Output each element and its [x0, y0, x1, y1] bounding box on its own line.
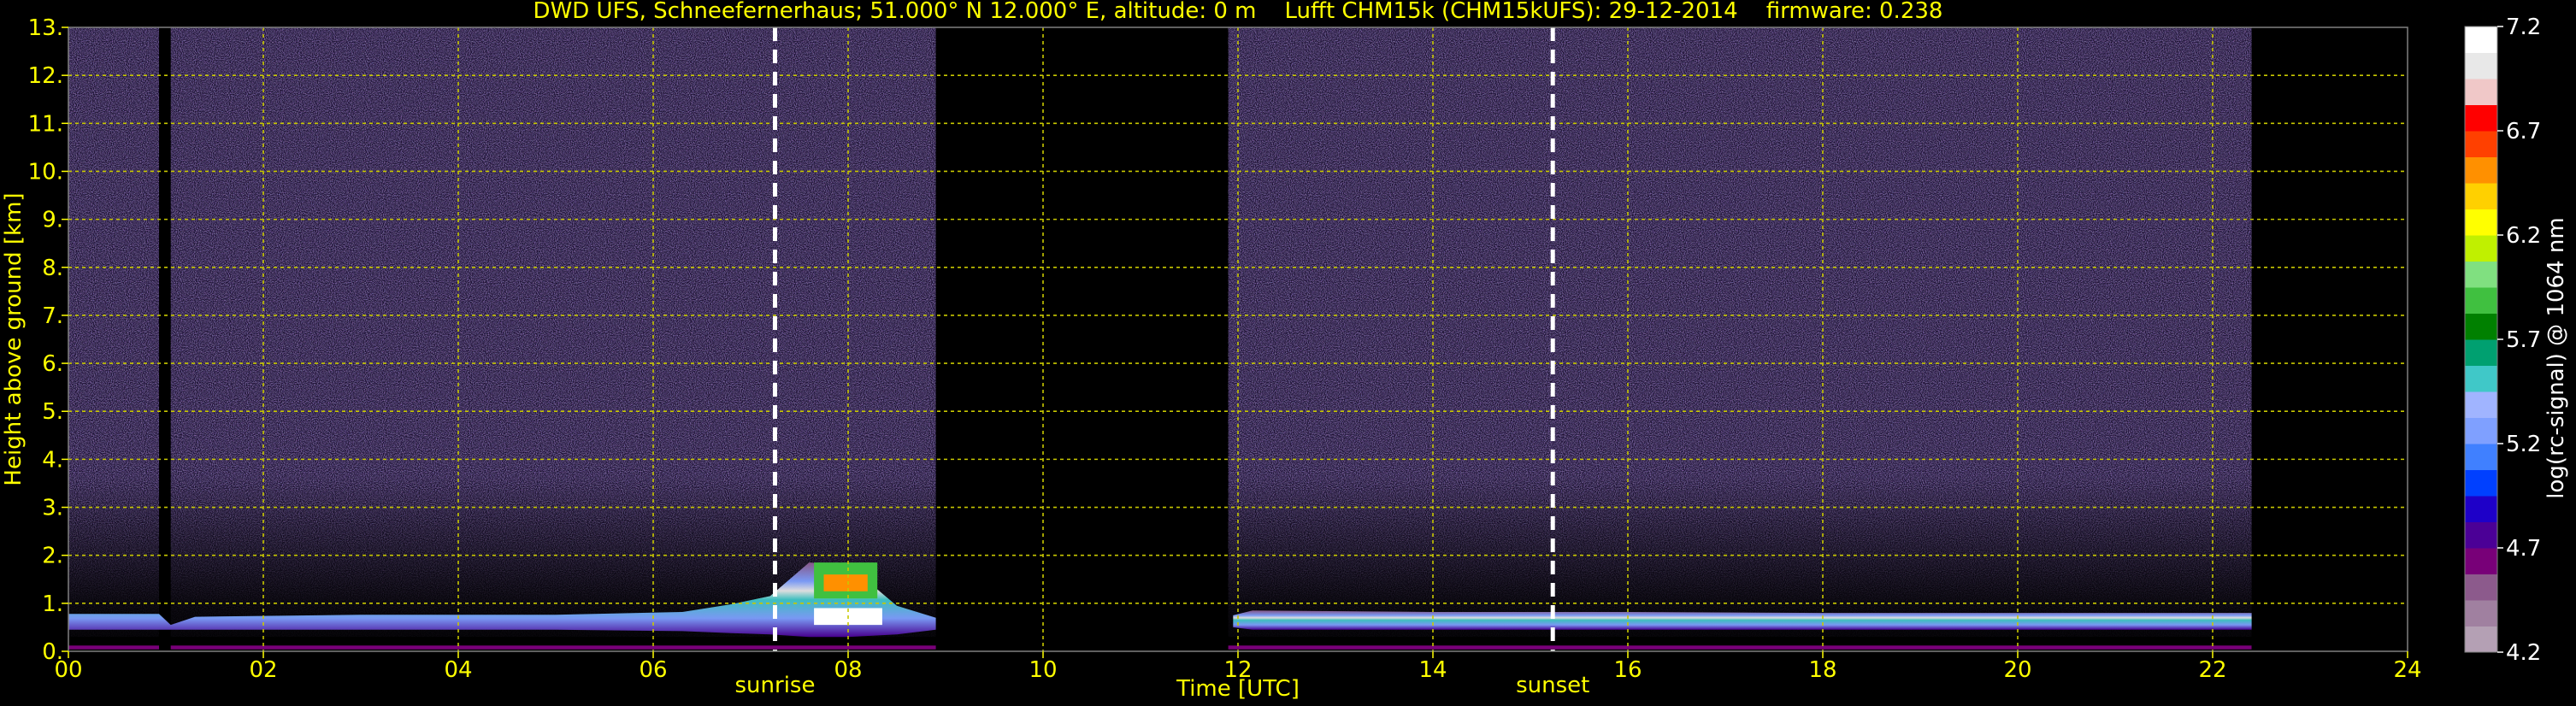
x-tick-label-1: 02	[249, 657, 277, 683]
y-tick-label-7: 7.	[42, 303, 63, 329]
colorbar-swatch-14	[2465, 261, 2497, 288]
y-axis-label: Height above ground [km]	[1, 192, 27, 485]
colorbar-swatch-13	[2465, 287, 2497, 314]
colorbar-label: log(rc-signal) @ 1064 nm	[2544, 217, 2569, 498]
x-tick-label-12: 24	[2393, 657, 2421, 683]
y-tick-label-1: 1.	[42, 591, 63, 617]
colorbar-swatch-19	[2465, 131, 2497, 157]
y-tick-label-0: 0.	[42, 639, 63, 665]
colorbar-swatch-5	[2465, 496, 2497, 522]
y-tick-label-13: 13.	[28, 15, 63, 41]
chart-stage: sunrise sunset 00 02 04 06 08 10 12 14 16 18 20 22 24…	[0, 0, 2576, 706]
colorbar-swatch-23	[2465, 26, 2497, 53]
x-tick-label-7: 14	[1418, 657, 1447, 683]
x-tick-label-2: 04	[444, 657, 472, 683]
y-tick-label-11: 11.	[28, 111, 63, 137]
colorbar: 4.2 4.7 5.2 5.7 6.2 6.7 7.2	[2464, 15, 2541, 666]
y-tick-label-2: 2.	[42, 544, 63, 569]
colorbar-swatch-6	[2465, 469, 2497, 497]
chart-title: DWD UFS, Schneefernerhaus; 51.000° N 12.…	[533, 0, 1943, 24]
data-gap-1	[935, 27, 1229, 651]
y-tick-label-4: 4.	[42, 447, 63, 473]
y-tick-label-3: 3.	[42, 496, 63, 521]
marker-label-1: sunset	[1516, 673, 1589, 698]
aerosol-layer-segment-1	[1233, 610, 2252, 630]
colorbar-swatch-18	[2465, 156, 2497, 184]
plume-orange	[823, 574, 868, 591]
colorbar-swatch-7	[2465, 444, 2497, 470]
colorbar-tick-label-0: 4.2	[2506, 640, 2541, 666]
colorbar-tick-label-3: 5.7	[2506, 327, 2541, 353]
data-gap-0	[159, 27, 171, 651]
colorbar-swatch-12	[2465, 313, 2497, 340]
colorbar-tick-label-5: 6.7	[2506, 119, 2541, 144]
backscatter-noise	[68, 27, 2408, 651]
colorbar-swatch-1	[2465, 600, 2497, 627]
x-tick-label-9: 18	[1808, 657, 1836, 683]
signal-fade	[68, 27, 2408, 651]
x-tick-label-5: 10	[1029, 657, 1057, 683]
y-tick-label-10: 10.	[28, 159, 63, 185]
colorbar-swatch-21	[2465, 79, 2497, 105]
y-tick-label-8: 8.	[42, 256, 63, 281]
data-gap-2	[2251, 27, 2408, 651]
y-tick-label-6: 6.	[42, 351, 63, 377]
colorbar-swatch-10	[2465, 365, 2497, 392]
colorbar-swatch-17	[2465, 183, 2497, 209]
colorbar-tick-label-6: 7.2	[2506, 15, 2541, 40]
x-tick-label-10: 20	[2003, 657, 2031, 683]
marker-label-0: sunrise	[735, 673, 816, 698]
colorbar-swatch-8	[2465, 417, 2497, 444]
colorbar-swatch-22	[2465, 52, 2497, 79]
colorbar-tick-label-4: 6.2	[2506, 223, 2541, 249]
colorbar-tick-label-1: 4.7	[2506, 536, 2541, 562]
colorbar-swatch-3	[2465, 548, 2497, 574]
y-tick-label-5: 5.	[42, 399, 63, 425]
colorbar-swatch-16	[2465, 209, 2497, 236]
colorbar-swatch-15	[2465, 235, 2497, 262]
x-axis-label: Time [UTC]	[1176, 676, 1300, 702]
x-tick-label-11: 22	[2198, 657, 2226, 683]
colorbar-tick-label-2: 5.2	[2506, 432, 2541, 457]
colorbar-swatch-4	[2465, 521, 2497, 549]
x-tick-label-4: 08	[834, 657, 862, 683]
colorbar-swatch-20	[2465, 104, 2497, 132]
colorbar-swatch-11	[2465, 339, 2497, 366]
colorbar-swatch-9	[2465, 391, 2497, 418]
colorbar-swatch-0	[2465, 626, 2497, 653]
ceilometer-chart: sunrise sunset 00 02 04 06 08 10 12 14 16 18 20 22 24…	[1, 0, 2569, 702]
x-tick-label-3: 06	[639, 657, 667, 683]
colorbar-swatch-2	[2465, 574, 2497, 601]
y-tick-label-12: 12.	[28, 63, 63, 89]
y-tick-label-9: 9.	[42, 208, 63, 233]
x-tick-label-8: 16	[1613, 657, 1642, 683]
